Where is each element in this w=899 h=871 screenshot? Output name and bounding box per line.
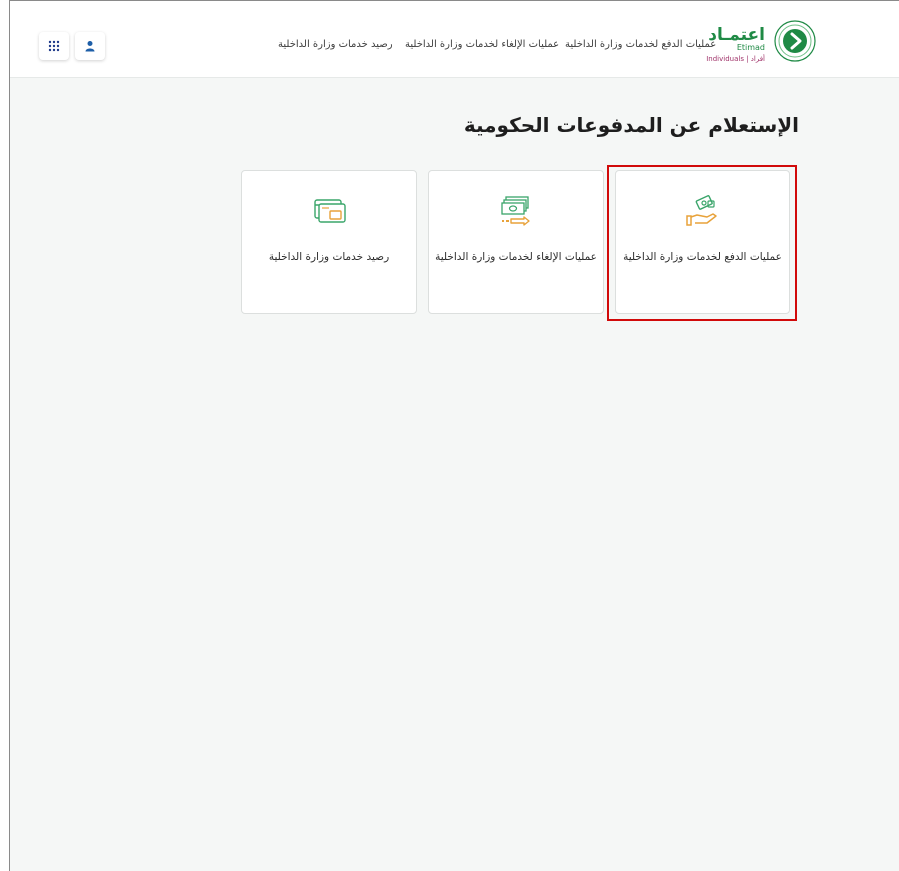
- top-bar: عمليات الدفع لخدمات وزارة الداخلية عمليا…: [10, 1, 899, 78]
- hand-money-icon: [685, 195, 717, 226]
- logo-subtitle: Individuals | أفراد: [706, 55, 765, 63]
- user-icon: [85, 41, 95, 52]
- logo-name-ar: اعتمـاد: [708, 25, 765, 45]
- card-label: رصيد خدمات وزارة الداخلية: [268, 251, 390, 263]
- nav-cancellations[interactable]: عمليات الإلغاء لخدمات وزارة الداخلية: [405, 39, 559, 50]
- card-cancellations[interactable]: عمليات الإلغاء لخدمات وزارة الداخلية: [428, 170, 604, 314]
- logo-name-en: Etimad: [736, 43, 765, 52]
- nav-payments[interactable]: عمليات الدفع لخدمات وزارة الداخلية: [565, 39, 716, 50]
- cash-refund-icon: [501, 196, 530, 226]
- grid-icon: [48, 40, 60, 52]
- user-button[interactable]: [75, 32, 105, 60]
- card-payments[interactable]: عمليات الدفع لخدمات وزارة الداخلية: [615, 170, 790, 314]
- card-label: عمليات الإلغاء لخدمات وزارة الداخلية: [435, 251, 597, 263]
- etimad-emblem-icon: [774, 20, 816, 62]
- page-title: الإستعلام عن المدفوعات الحكومية: [463, 113, 799, 137]
- card-label: عمليات الدفع لخدمات وزارة الداخلية: [623, 251, 782, 263]
- card-balance[interactable]: رصيد خدمات وزارة الداخلية: [241, 170, 417, 314]
- etimad-logo[interactable]: اعتمـاد Etimad Individuals | أفراد: [706, 19, 817, 69]
- app-frame: عمليات الدفع لخدمات وزارة الداخلية عمليا…: [9, 0, 899, 871]
- card-balance-icon: [314, 199, 346, 223]
- apps-button[interactable]: [39, 32, 69, 60]
- nav-balance[interactable]: رصيد خدمات وزارة الداخلية: [278, 39, 393, 50]
